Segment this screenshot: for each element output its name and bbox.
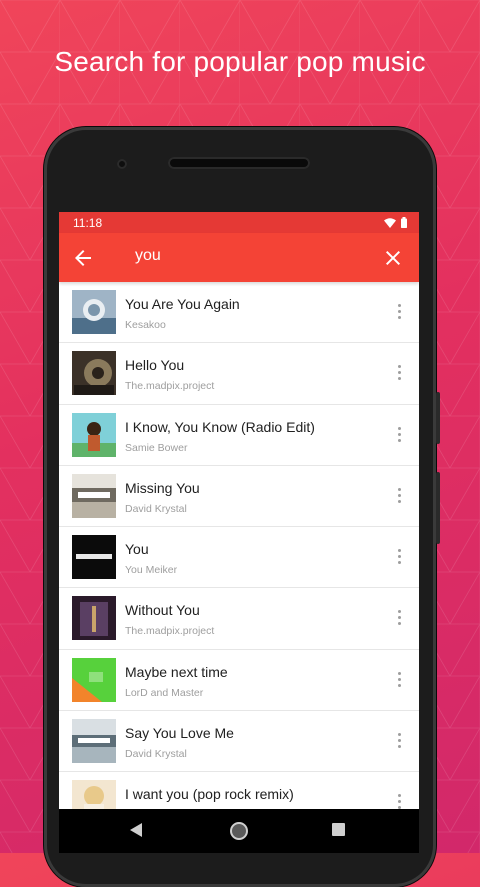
album-art <box>72 719 116 764</box>
nav-recents-icon[interactable] <box>332 823 345 836</box>
more-vertical-icon[interactable] <box>395 365 403 383</box>
song-title: I want you (pop rock remix) <box>125 786 294 803</box>
more-vertical-icon[interactable] <box>395 671 403 690</box>
list-item[interactable]: Say You Love Me David Krystal <box>59 711 419 773</box>
status-bar: 11:18 <box>59 212 419 233</box>
search-results-list: You Are You Again Kesakoo Hello You The.… <box>59 282 419 834</box>
song-artist: Samie Bower <box>125 441 188 454</box>
more-vertical-icon[interactable] <box>395 549 403 567</box>
more-vertical-icon[interactable] <box>395 304 403 322</box>
album-art <box>72 351 116 396</box>
album-art <box>72 473 116 518</box>
song-artist: David Krystal <box>125 502 187 515</box>
volume-button <box>436 392 440 444</box>
list-item[interactable]: Without You The.madpix.project <box>59 588 419 650</box>
album-art <box>72 290 116 334</box>
arrow-left-icon[interactable] <box>71 246 95 270</box>
song-title: Hello You <box>125 357 185 374</box>
album-art <box>72 535 116 580</box>
promo-tagline: Search for popular pop music <box>54 46 426 77</box>
nav-home-icon[interactable] <box>230 822 248 840</box>
album-art <box>72 412 116 457</box>
list-item[interactable]: You Are You Again Kesakoo <box>59 282 419 344</box>
song-title: Without You <box>125 602 200 619</box>
system-nav-bar <box>59 809 419 853</box>
album-art <box>72 657 116 702</box>
battery-icon <box>401 217 407 228</box>
search-input[interactable] <box>135 247 365 265</box>
front-camera <box>117 159 127 169</box>
list-item[interactable]: You You Meiker <box>59 527 419 589</box>
power-button <box>436 472 440 544</box>
more-vertical-icon[interactable] <box>395 426 403 445</box>
song-artist: Kesakoo <box>125 319 166 331</box>
song-artist: LorD and Master <box>125 686 204 699</box>
song-title: Maybe next time <box>125 663 228 680</box>
more-vertical-icon[interactable] <box>395 733 403 751</box>
nav-back-icon[interactable] <box>130 823 142 837</box>
song-artist: The.madpix.project <box>125 380 215 393</box>
more-vertical-icon[interactable] <box>395 610 403 628</box>
song-title: You Are You Again <box>125 296 240 312</box>
list-item[interactable]: Maybe next time LorD and Master <box>59 650 419 712</box>
song-artist: The.madpix.project <box>125 625 215 638</box>
search-app-bar <box>59 233 419 282</box>
list-item[interactable]: Missing You David Krystal <box>59 466 419 528</box>
song-title: Say You Love Me <box>125 725 234 742</box>
earpiece-speaker <box>168 157 310 169</box>
close-icon[interactable] <box>381 246 405 270</box>
song-artist: David Krystal <box>125 748 187 761</box>
song-title: I Know, You Know (Radio Edit) <box>125 418 315 435</box>
song-artist: You Meiker <box>125 564 178 577</box>
list-item[interactable]: Hello You The.madpix.project <box>59 343 419 405</box>
more-vertical-icon[interactable] <box>395 487 403 506</box>
list-item[interactable]: I Know, You Know (Radio Edit) Samie Bowe… <box>59 405 419 466</box>
app-screen: 11:18 You Are You Again Kesakoo <box>59 212 419 853</box>
wifi-icon <box>384 217 396 228</box>
song-title: You <box>125 541 149 558</box>
status-time: 11:18 <box>73 215 103 230</box>
song-title: Missing You <box>125 479 200 496</box>
album-art <box>72 596 116 641</box>
